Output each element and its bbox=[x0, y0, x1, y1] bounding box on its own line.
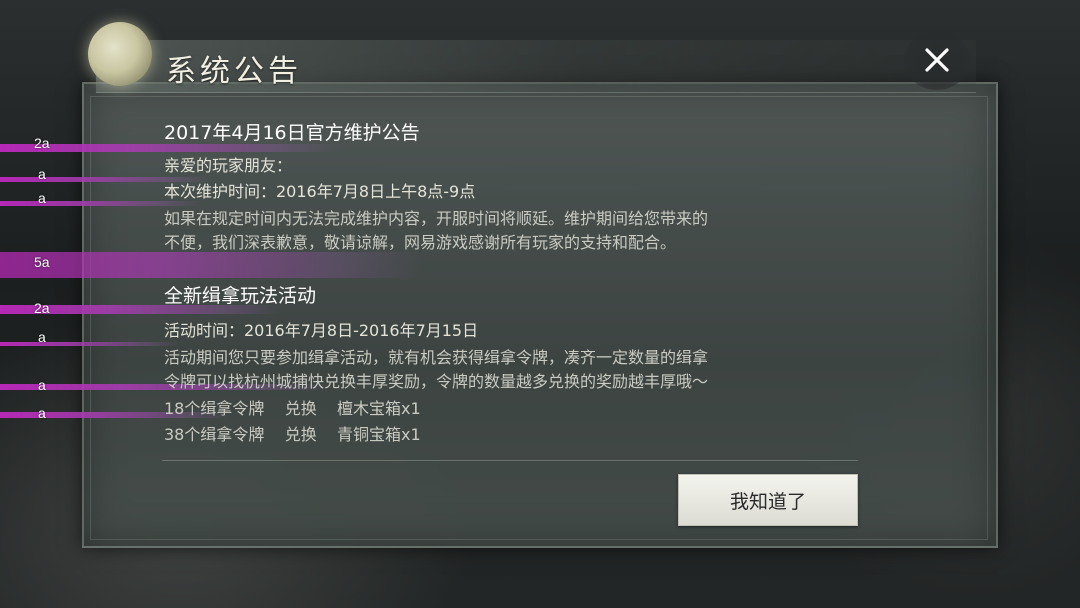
notice1-body-line2: 不便，我们深表歉意，敬请谅解，网易游戏感谢所有玩家的支持和配合。 bbox=[164, 233, 677, 252]
notice1-body-line1: 如果在规定时间内无法完成维护内容，开服时间将顺延。维护期间给您带来的 bbox=[164, 209, 709, 228]
notice1-time: 本次维护时间：2016年7月8日上午8点-9点 bbox=[164, 182, 476, 201]
overlay-label: a bbox=[38, 190, 46, 206]
reward-row-1: 18个缉拿令牌 兑换 檀木宝箱x1 bbox=[164, 399, 421, 418]
overlay-label: a bbox=[38, 377, 46, 393]
overlay-label: a bbox=[38, 329, 46, 345]
footer-divider bbox=[162, 460, 858, 461]
close-button[interactable] bbox=[904, 30, 970, 90]
overlay-label: 5a bbox=[34, 254, 50, 270]
notice2-body-line2: 令牌可以找杭州城捕快兑换丰厚奖励，令牌的数量越多兑换的奖励越丰厚哦～ bbox=[164, 372, 709, 391]
reward-row-2: 38个缉拿令牌 兑换 青铜宝箱x1 bbox=[164, 425, 421, 444]
overlay-label: 2a bbox=[34, 300, 50, 316]
dialog-title: 系统公告 bbox=[166, 54, 302, 89]
overlay-label: a bbox=[38, 166, 46, 182]
moon-icon bbox=[88, 22, 152, 86]
notice2-time: 活动时间：2016年7月8日-2016年7月15日 bbox=[164, 321, 479, 340]
confirm-button[interactable]: 我知道了 bbox=[678, 474, 858, 526]
notice2-body-line1: 活动期间您只要参加缉拿活动，就有机会获得缉拿令牌，凑齐一定数量的缉拿 bbox=[164, 348, 709, 367]
overlay-stripe bbox=[0, 342, 180, 346]
notice1-title: 2017年4月16日官方维护公告 bbox=[164, 122, 420, 144]
overlay-label: a bbox=[38, 405, 46, 421]
notice1-greeting: 亲爱的玩家朋友： bbox=[164, 156, 293, 175]
overlay-stripe bbox=[0, 252, 420, 278]
overlay-stripe bbox=[0, 144, 340, 152]
overlay-label: 2a bbox=[34, 135, 50, 151]
notice2-title: 全新缉拿玩法活动 bbox=[164, 285, 317, 307]
close-icon bbox=[925, 48, 949, 72]
